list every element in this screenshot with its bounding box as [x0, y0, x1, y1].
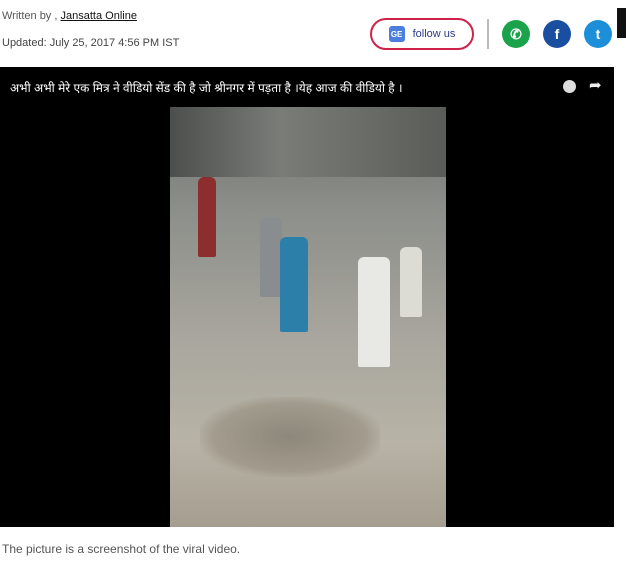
- twitter-icon: t: [595, 26, 601, 42]
- facebook-icon: f: [554, 26, 560, 42]
- google-news-icon: GE: [388, 26, 405, 42]
- author-link[interactable]: Jansatta Online: [61, 10, 137, 22]
- follow-us-label: follow us: [412, 28, 456, 40]
- person-figure: [400, 247, 422, 317]
- image-caption: The picture is a screenshot of the viral…: [2, 542, 241, 556]
- person-figure: [358, 257, 390, 367]
- divider: [487, 19, 489, 49]
- facebook-share-button[interactable]: f: [543, 20, 571, 48]
- twitter-share-button[interactable]: t: [584, 20, 612, 48]
- whatsapp-icon: ✆: [510, 25, 522, 42]
- background-buildings: [170, 107, 446, 177]
- byline-prefix: Written by ,: [2, 10, 58, 22]
- person-figure: [260, 217, 282, 297]
- person-figure: [280, 237, 308, 332]
- edge-glyph: [617, 8, 626, 38]
- video-title: अभी अभी मेरे एक मित्र ने वीडियो सेंड की …: [10, 81, 403, 95]
- road-rubble: [200, 397, 380, 477]
- updated-timestamp: Updated: July 25, 2017 4:56 PM IST: [2, 37, 180, 49]
- byline: Written by , Jansatta Online: [2, 10, 137, 22]
- whatsapp-share-button[interactable]: ✆: [502, 20, 530, 48]
- share-arrow-icon[interactable]: ➦: [589, 76, 602, 94]
- video-frame: [170, 107, 446, 527]
- video-player[interactable]: अभी अभी मेरे एक मित्र ने वीडियो सेंड की …: [0, 67, 614, 527]
- person-figure: [198, 177, 216, 257]
- follow-us-button[interactable]: GE follow us: [370, 18, 474, 50]
- watch-later-icon[interactable]: [563, 80, 576, 93]
